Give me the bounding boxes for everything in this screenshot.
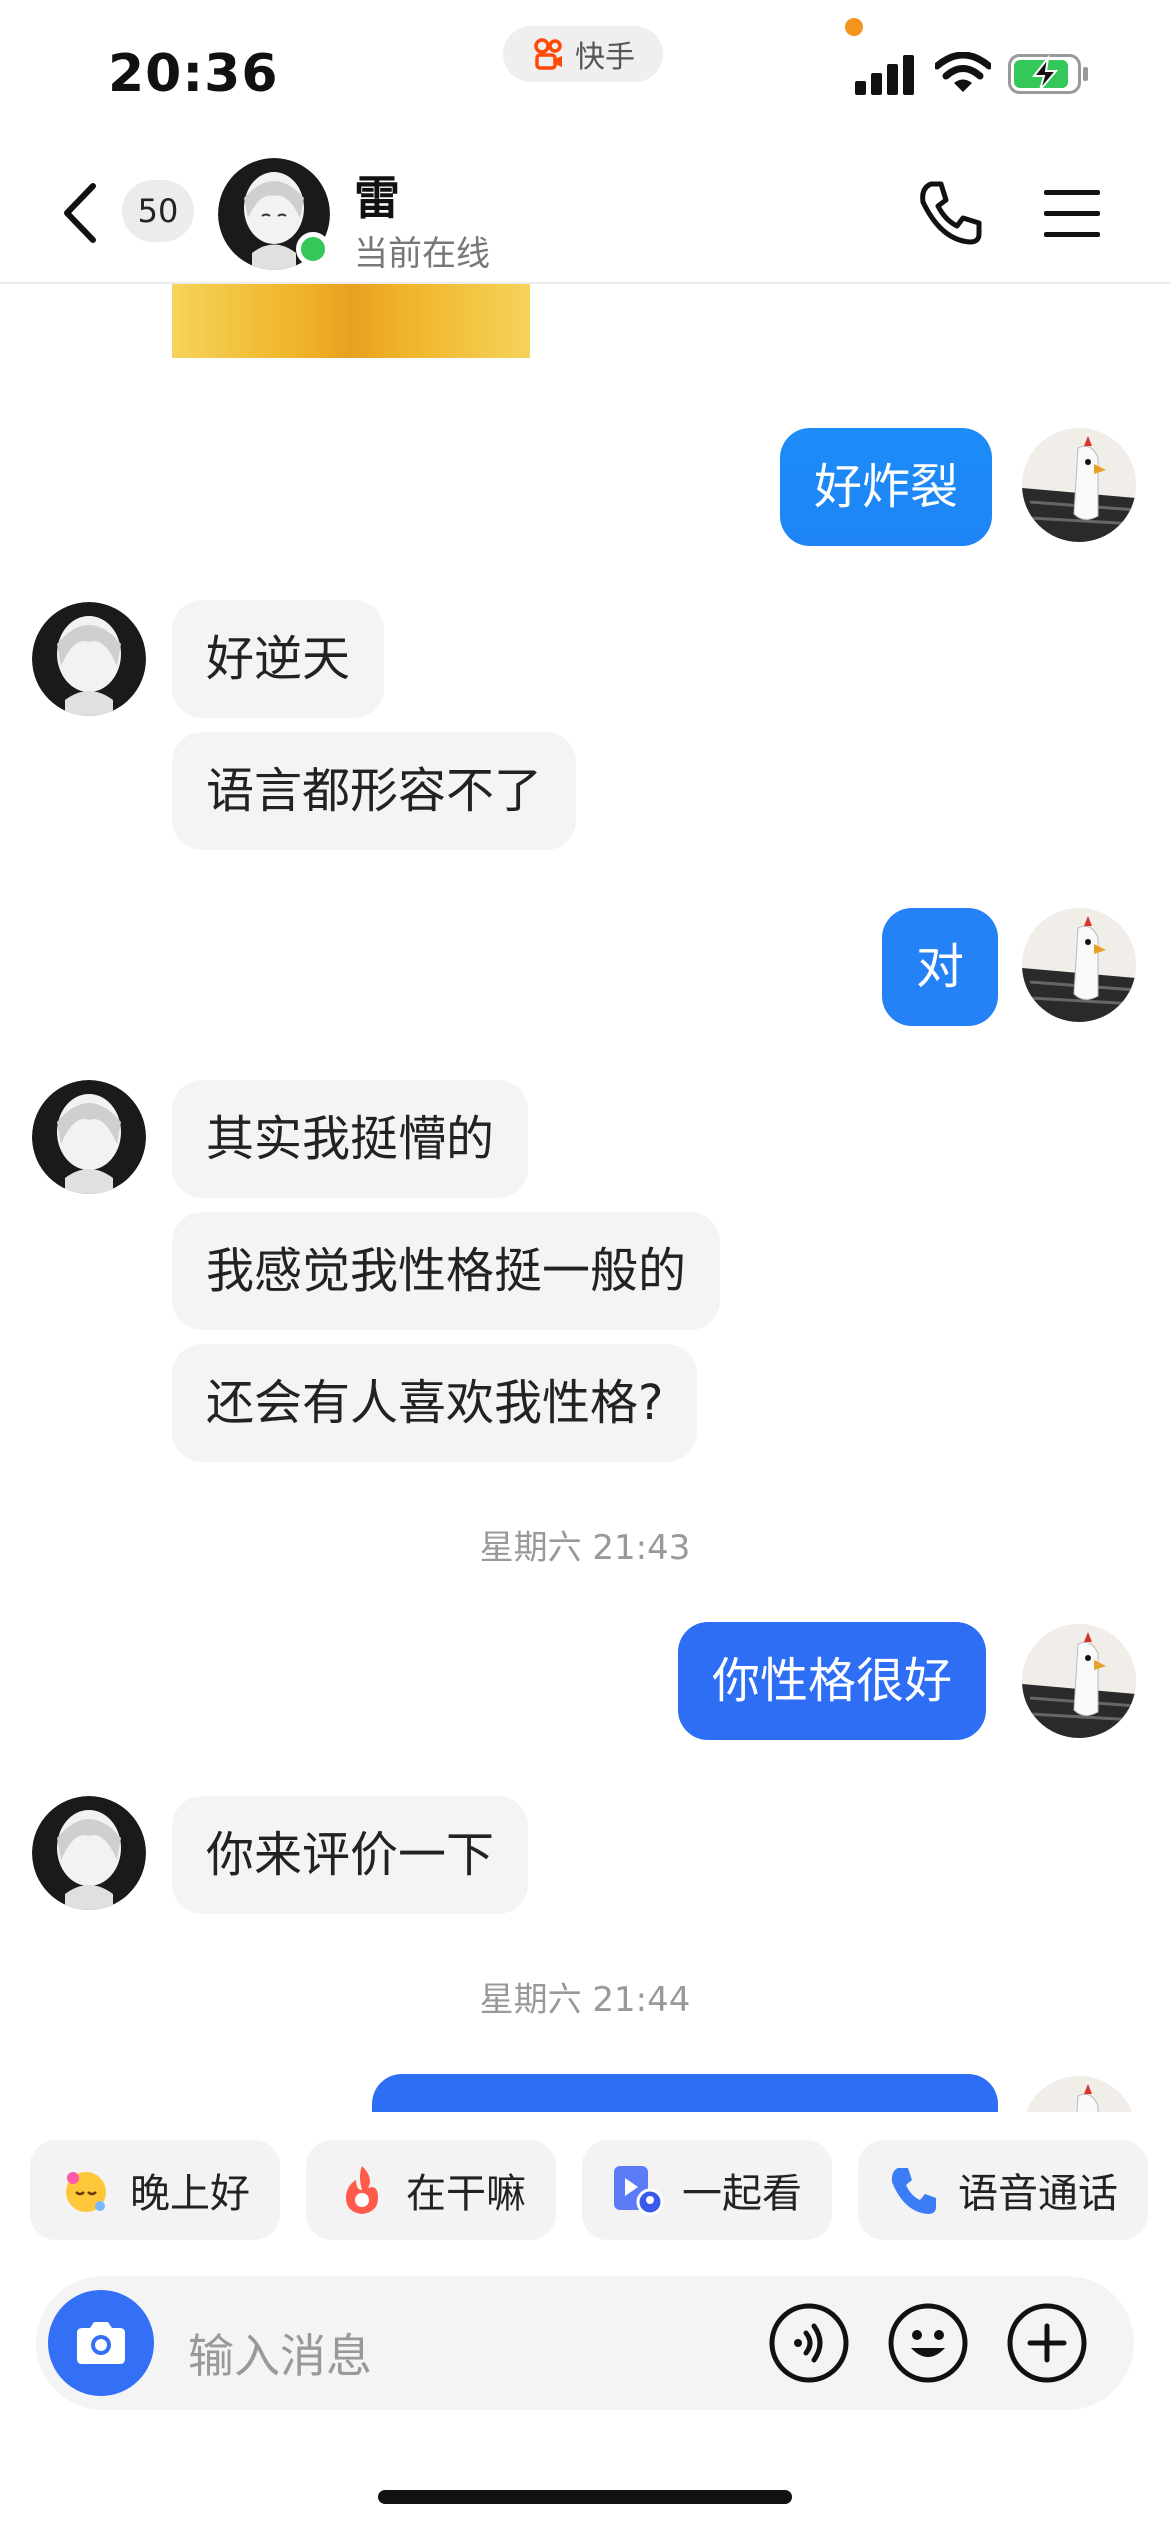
camera-icon (77, 2322, 125, 2364)
voice-call-icon (891, 2168, 936, 2214)
add-plus-icon[interactable] (1006, 2302, 1088, 2384)
quick-reply-bar: 晚上好 在干嘛 一起看 语音通话 (0, 2140, 1170, 2240)
contact-name[interactable]: 雷 (354, 162, 400, 228)
app-return-pill[interactable]: 快手 (503, 26, 663, 82)
emoji-smile-icon[interactable] (887, 2302, 969, 2384)
message-list[interactable]: 好炸裂 好逆天 语言都形容不了 对 其实我挺懵的 我感觉我性格挺一般的 还会有人… (0, 282, 1170, 2112)
outgoing-message[interactable]: 好炸裂 (780, 428, 993, 546)
anime-girl-avatar-icon (32, 602, 146, 716)
quick-reply-label: 语音通话 (958, 2171, 1118, 2217)
phone-call-icon[interactable] (915, 178, 985, 248)
clock: 20:36 (108, 44, 279, 104)
duck-avatar-icon (1022, 1624, 1136, 1738)
menu-hamburger-icon[interactable] (1042, 186, 1102, 242)
image-message-partial[interactable] (172, 282, 530, 358)
quick-reply-good-evening[interactable]: 晚上好 (30, 2140, 280, 2240)
message-input[interactable]: 输入消息 (188, 2320, 372, 2386)
message-timestamp: 星期六 21:44 (479, 1980, 691, 2020)
duck-avatar-icon (1022, 908, 1136, 1022)
online-status-dot (296, 232, 330, 266)
anime-girl-avatar-icon (32, 1796, 146, 1910)
message-timestamp: 星期六 21:43 (479, 1528, 691, 1568)
incoming-message[interactable]: 还会有人喜欢我性格? (172, 1344, 698, 1462)
home-indicator[interactable] (378, 2490, 792, 2504)
incoming-message[interactable]: 其实我挺懵的 (172, 1080, 529, 1198)
back-arrow-icon[interactable] (55, 178, 105, 248)
incoming-message[interactable]: 我感觉我性格挺一般的 (172, 1212, 721, 1330)
quick-reply-voice-call[interactable]: 语音通话 (858, 2140, 1148, 2240)
quick-reply-label: 一起看 (682, 2171, 802, 2217)
contact-message-avatar[interactable] (32, 1796, 146, 1910)
camera-button[interactable] (48, 2290, 154, 2396)
kuaishou-logo-icon (534, 38, 562, 70)
quick-reply-what-doing[interactable]: 在干嘛 (306, 2140, 556, 2240)
battery-charging-icon (1008, 54, 1088, 94)
unread-count-badge[interactable]: 50 (122, 180, 194, 242)
emoji-sleepy-face-icon (66, 2172, 106, 2212)
voice-input-icon[interactable] (768, 2302, 850, 2384)
outgoing-message-partial[interactable] (372, 2074, 998, 2112)
wifi-icon (935, 52, 991, 92)
incoming-message[interactable]: 好逆天 (172, 600, 385, 718)
chat-header: 50 雷 当前在线 (0, 150, 1170, 284)
my-avatar[interactable] (1022, 2076, 1136, 2112)
app-name: 快手 (575, 40, 635, 75)
anime-girl-avatar-icon (32, 1080, 146, 1194)
my-avatar[interactable] (1022, 428, 1136, 542)
watch-together-icon (614, 2166, 664, 2216)
contact-message-avatar[interactable] (32, 1080, 146, 1194)
duck-avatar-icon (1022, 2076, 1136, 2112)
incoming-message[interactable]: 语言都形容不了 (172, 732, 577, 850)
message-input-bar: 输入消息 (36, 2276, 1134, 2410)
contact-message-avatar[interactable] (32, 602, 146, 716)
incoming-message[interactable]: 你来评价一下 (172, 1796, 529, 1914)
contact-online-status: 当前在线 (354, 234, 490, 274)
status-bar: 20:36 快手 (0, 0, 1170, 150)
cellular-signal-icon (855, 55, 914, 95)
duck-avatar-icon (1022, 428, 1136, 542)
my-avatar[interactable] (1022, 1624, 1136, 1738)
privacy-indicator-dot (845, 18, 863, 36)
outgoing-message[interactable]: 对 (882, 908, 999, 1026)
quick-reply-label: 在干嘛 (406, 2171, 526, 2217)
fire-emoji-icon (346, 2166, 378, 2214)
outgoing-message[interactable]: 你性格很好 (678, 1622, 987, 1740)
my-avatar[interactable] (1022, 908, 1136, 1022)
quick-reply-watch-together[interactable]: 一起看 (582, 2140, 832, 2240)
quick-reply-label: 晚上好 (130, 2171, 250, 2217)
